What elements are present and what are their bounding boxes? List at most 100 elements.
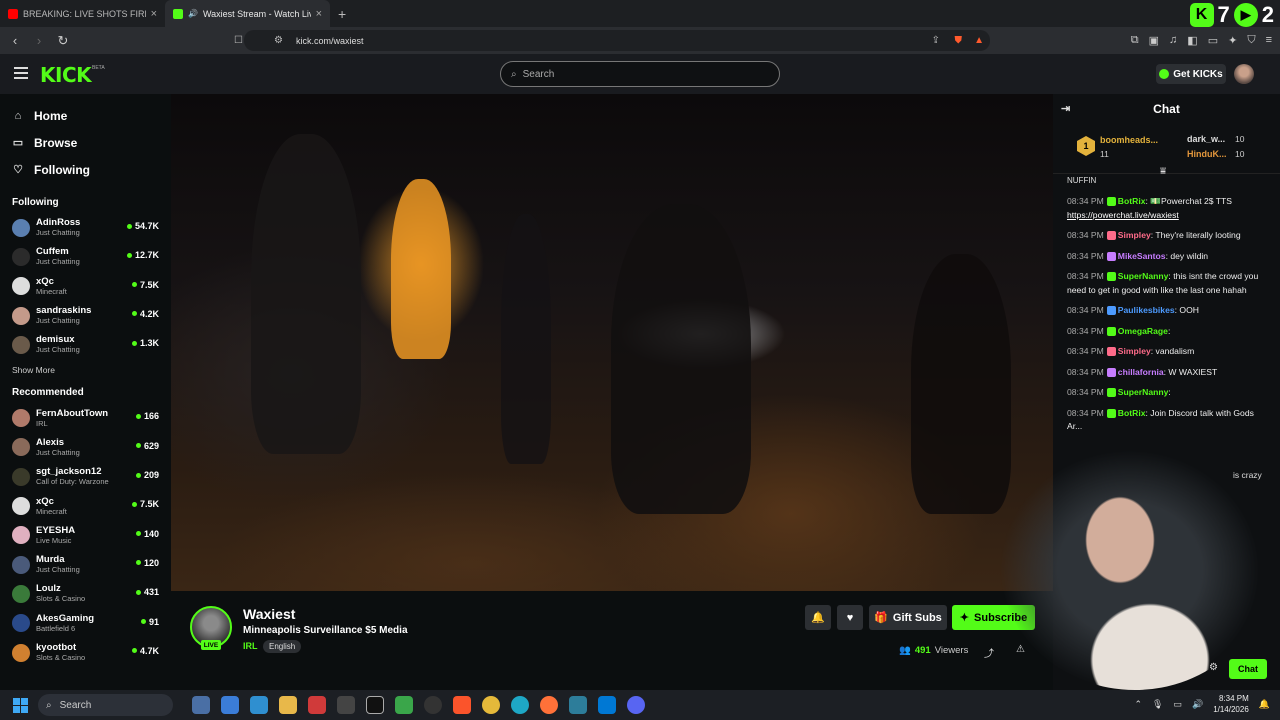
message-text: : <box>1168 387 1171 397</box>
channel-item[interactable]: Loulz Slots & Casino 431 <box>0 579 170 608</box>
bookmark-icon[interactable]: ☐ <box>234 35 243 46</box>
message-username[interactable]: BotRix <box>1118 408 1146 418</box>
message-username[interactable]: BotRix <box>1118 196 1146 206</box>
microphone-icon[interactable]: 🎙 <box>1152 699 1163 710</box>
taskbar-search[interactable]: ⌕ Search <box>38 694 173 716</box>
app-icon[interactable] <box>395 696 413 714</box>
share-icon[interactable]: ⇪ <box>932 35 940 46</box>
discord-icon[interactable] <box>627 696 645 714</box>
windows-start-icon[interactable] <box>13 698 28 713</box>
channel-item[interactable]: xQc Minecraft 7.5K <box>0 272 170 301</box>
message-username[interactable]: chillafornia <box>1118 367 1164 377</box>
brave-rewards-icon[interactable]: ▲ <box>974 35 984 46</box>
language-tag[interactable]: English <box>263 640 302 653</box>
message-username[interactable]: MikeSantos <box>1118 251 1166 261</box>
channel-item[interactable]: FernAboutTown IRL 166 <box>0 403 170 432</box>
browser-tab-2[interactable]: 🔊 Waxiest Stream - Watch Live × <box>165 0 330 27</box>
vscode-icon[interactable] <box>598 696 616 714</box>
report-icon[interactable]: ⚠ <box>1016 644 1025 655</box>
new-tab-icon[interactable]: + <box>338 6 346 22</box>
message-username[interactable]: Simpley <box>1118 346 1151 356</box>
app-icon[interactable] <box>221 696 239 714</box>
menu-icon[interactable]: ≡ <box>1266 34 1272 47</box>
nav-home[interactable]: ⌂ Home <box>0 102 170 129</box>
channel-item[interactable]: Alexis Just Chatting 629 <box>0 433 170 462</box>
show-more-button[interactable]: Show More <box>0 365 170 375</box>
obs-icon[interactable] <box>424 696 442 714</box>
clock[interactable]: 8:34 PM 1/14/2026 <box>1213 693 1249 715</box>
notification-bell-button[interactable]: 🔔 <box>805 605 831 630</box>
back-icon[interactable]: ‹ <box>8 33 22 48</box>
get-kicks-button[interactable]: Get KICKs <box>1156 64 1226 84</box>
chrome-icon[interactable] <box>482 696 500 714</box>
chevron-up-icon[interactable]: ⌃ <box>1134 699 1142 710</box>
close-tab-icon[interactable]: × <box>151 8 157 20</box>
video-player[interactable] <box>171 94 1053 591</box>
stream-category[interactable]: IRL <box>243 641 258 651</box>
nav-browse[interactable]: ▭ Browse <box>0 129 170 156</box>
file-explorer-icon[interactable] <box>279 696 297 714</box>
collapse-chat-icon[interactable]: ⇥ <box>1061 102 1070 115</box>
screenshot-icon[interactable]: ▣ <box>1149 34 1159 47</box>
close-tab-icon[interactable]: × <box>316 8 322 20</box>
gift-subs-button[interactable]: 🎁 Gift Subs <box>869 605 947 630</box>
url-field[interactable]: ☐ ⚙ kick.com/waxiest ⇪ ⛊ ▲ <box>234 30 990 51</box>
channel-viewers: 120 <box>135 557 159 568</box>
app-icon[interactable] <box>250 696 268 714</box>
follow-heart-button[interactable]: ♥ <box>837 605 863 630</box>
channel-item[interactable]: xQc Minecraft 7.5K <box>0 491 170 520</box>
channel-item[interactable]: AdinRoss Just Chatting 54.7K <box>0 213 170 242</box>
firefox-icon[interactable] <box>540 696 558 714</box>
channel-item[interactable]: sandraskins Just Chatting 4.2K <box>0 301 170 330</box>
channel-item[interactable]: EYESHA Live Music 140 <box>0 521 170 550</box>
channel-item[interactable]: kyootbot Slots & Casino 4.7K <box>0 638 170 667</box>
vpn-icon[interactable]: ⛉ <box>1247 34 1255 47</box>
site-info-icon[interactable]: ⚙ <box>274 35 283 46</box>
share-icon[interactable]: ⤴ <box>984 645 994 660</box>
speaker-icon[interactable]: 🔊 <box>188 9 198 18</box>
browser-tab-1[interactable]: BREAKING: LIVE SHOTS FIRED Amid × <box>0 0 165 27</box>
nav-following[interactable]: ♡ Following <box>0 156 170 183</box>
gifter-name[interactable]: HinduK... <box>1187 149 1227 159</box>
kick-logo[interactable]: KICK <box>40 63 92 87</box>
send-chat-button[interactable]: Chat <box>1229 659 1267 679</box>
viewer-count: 120 <box>143 557 159 568</box>
sidebar-icon[interactable]: ◧ <box>1187 34 1197 47</box>
app-icon[interactable] <box>308 696 326 714</box>
message-link[interactable]: https://powerchat.live/waxiest <box>1067 210 1179 220</box>
app-icon[interactable] <box>337 696 355 714</box>
reload-icon[interactable]: ↻ <box>56 33 70 49</box>
streamer-name[interactable]: Waxiest <box>243 606 295 622</box>
forward-icon[interactable]: › <box>32 33 46 48</box>
message-username[interactable]: Paulikesbikes <box>1118 305 1175 315</box>
notification-icon[interactable]: 🔔 <box>1259 699 1270 710</box>
brave-shield-icon[interactable]: ⛊ <box>955 35 963 46</box>
media-icon[interactable]: ♫ <box>1169 34 1177 47</box>
volume-icon[interactable]: 🔊 <box>1192 699 1203 710</box>
wallet-icon[interactable]: ▭ <box>1208 34 1218 47</box>
message-username[interactable]: OmegaRage <box>1118 326 1168 336</box>
search-input[interactable]: ⌕ Search <box>500 61 780 87</box>
app-icon[interactable] <box>569 696 587 714</box>
user-avatar[interactable] <box>1234 64 1254 84</box>
channel-item[interactable]: Cuffem Just Chatting 12.7K <box>0 242 170 271</box>
network-icon[interactable]: ▭ <box>1173 699 1182 710</box>
app-icon[interactable] <box>192 696 210 714</box>
message-username[interactable]: Simpley <box>1118 230 1151 240</box>
message-username[interactable]: SuperNanny <box>1118 387 1169 397</box>
leo-icon[interactable]: ✦ <box>1228 34 1237 47</box>
edge-icon[interactable] <box>511 696 529 714</box>
message-username[interactable]: SuperNanny <box>1118 271 1169 281</box>
capcut-icon[interactable] <box>366 696 384 714</box>
channel-item[interactable]: demisux Just Chatting 1.3K <box>0 330 170 359</box>
hamburger-menu-icon[interactable] <box>14 67 28 79</box>
channel-item[interactable]: sgt_jackson12 Call of Duty: Warzone 209 <box>0 462 170 491</box>
brave-icon[interactable] <box>453 696 471 714</box>
gifter-name[interactable]: dark_w... <box>1187 134 1225 144</box>
channel-item[interactable]: Murda Just Chatting 120 <box>0 550 170 579</box>
extensions-icon[interactable]: ⧉ <box>1131 34 1139 47</box>
channel-item[interactable]: AkesGaming Battlefield 6 91 <box>0 609 170 638</box>
gifter-name[interactable]: boomheads... <box>1100 135 1158 145</box>
filter-icon[interactable]: ⩸ <box>1160 166 1166 177</box>
chat-settings-icon[interactable]: ⚙ <box>1209 662 1218 673</box>
